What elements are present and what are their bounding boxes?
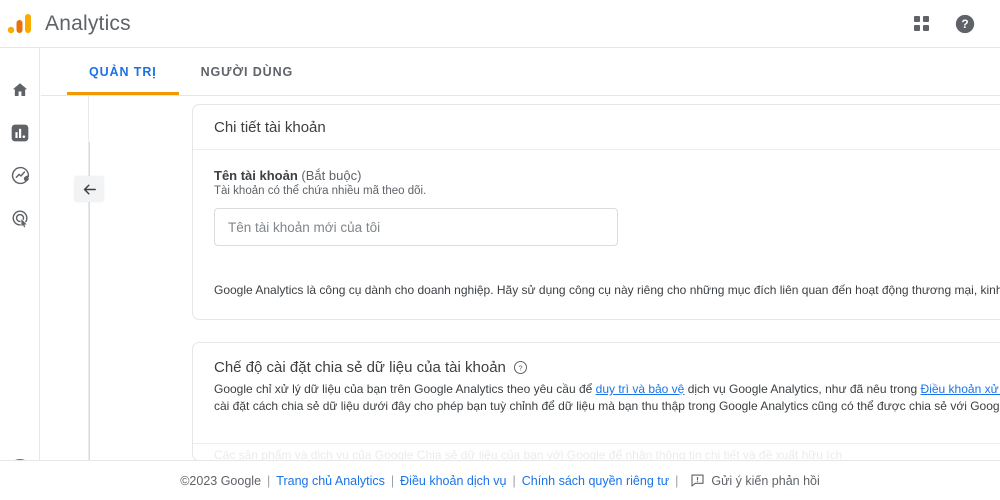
- top-bar: Analytics ?: [0, 0, 1000, 48]
- footer-link-analytics-home[interactable]: Trang chủ Analytics: [276, 474, 385, 488]
- data-sharing-title-row: Chế độ cài đặt chia sẻ dữ liệu của tài k…: [214, 359, 1000, 376]
- account-details-card-header: Chi tiết tài khoản: [193, 105, 1000, 150]
- data-sharing-para-1: Google chỉ xử lý dữ liệu của bạn trên Go…: [214, 382, 596, 396]
- data-sharing-para-2: dịch vụ Google Analytics, như đã nêu tro…: [684, 382, 921, 396]
- help-circle-glyph: ?: [955, 14, 975, 33]
- explore-icon: [11, 166, 29, 185]
- account-name-required-text: (Bắt buộc): [301, 168, 362, 183]
- account-name-label-text: Tên tài khoản: [214, 168, 298, 183]
- app-title: Analytics: [45, 11, 131, 35]
- tab-bar: QUẢN TRỊ NGƯỜI DÙNG: [41, 48, 1000, 96]
- link-dieu-khoan-xu-ly-du-lieu[interactable]: Điều khoản xử lý dữ liệu của Google Ads: [921, 382, 1000, 396]
- svg-text:?: ?: [518, 363, 522, 372]
- apps-grid-glyph: [913, 16, 929, 31]
- analytics-logo-icon: [7, 13, 31, 33]
- arrow-left-icon: [83, 184, 96, 194]
- advertising-icon: [12, 210, 28, 228]
- work-area: Chi tiết tài khoản Tên tài khoản (Bắt bu…: [41, 96, 1000, 500]
- svg-text:?: ?: [961, 17, 968, 31]
- footer-link-terms-of-service[interactable]: Điều khoản dịch vụ: [400, 474, 506, 488]
- link-duy-tri-va-bao-ve[interactable]: duy trì và bảo vệ: [596, 382, 685, 396]
- rail-primary-items: [0, 48, 39, 240]
- data-sharing-card: Chế độ cài đặt chia sẻ dữ liệu của tài k…: [192, 342, 1000, 461]
- footer: ©2023 Google | Trang chủ Analytics | Điề…: [0, 460, 1000, 500]
- tab-quan-tri[interactable]: QUẢN TRỊ: [67, 48, 179, 95]
- data-sharing-cut-off-row: Các sản phẩm và dịch vụ của Google Chia …: [214, 448, 843, 460]
- feedback-icon: [691, 474, 704, 487]
- reports-icon: [11, 124, 29, 141]
- account-name-label: Tên tài khoản (Bắt buộc): [214, 168, 1000, 183]
- left-nav-rail: [0, 48, 40, 500]
- footer-link-privacy-policy[interactable]: Chính sách quyền riêng tư: [522, 474, 669, 488]
- sidebar-item-reports[interactable]: [0, 111, 40, 154]
- footer-separator-4: |: [675, 473, 679, 488]
- secondary-nav-pane: [41, 96, 89, 500]
- account-name-input[interactable]: [214, 208, 618, 246]
- account-name-hint: Tài khoản có thể chứa nhiều mã theo dõi.: [214, 185, 427, 197]
- content-scroll-area[interactable]: Chi tiết tài khoản Tên tài khoản (Bắt bu…: [151, 96, 1000, 500]
- footer-feedback-label: Gửi ý kiến phản hồi: [711, 473, 820, 488]
- analytics-logo[interactable]: [0, 0, 40, 48]
- footer-copyright: ©2023 Google: [180, 473, 262, 488]
- sidebar-item-advertising[interactable]: [0, 197, 40, 240]
- data-sharing-description: Google chỉ xử lý dữ liệu của bạn trên Go…: [214, 381, 1000, 415]
- collapse-nav-button[interactable]: [74, 176, 104, 202]
- help-circle-outline-icon[interactable]: ?: [513, 360, 528, 375]
- sidebar-item-home[interactable]: [0, 68, 40, 111]
- data-sharing-card-body: Chế độ cài đặt chia sẻ dữ liệu của tài k…: [193, 343, 1000, 431]
- apps-grid-icon[interactable]: [908, 11, 934, 37]
- sidebar-item-explore[interactable]: [0, 154, 40, 197]
- help-circle-icon[interactable]: ?: [952, 11, 978, 37]
- tab-nguoi-dung[interactable]: NGƯỜI DÙNG: [179, 48, 316, 95]
- account-details-card-body: Tên tài khoản (Bắt buộc) Tài khoản có th…: [193, 150, 1000, 319]
- footer-separator-2: |: [390, 473, 395, 488]
- home-icon: [12, 82, 28, 96]
- data-sharing-title: Chế độ cài đặt chia sẻ dữ liệu của tài k…: [214, 359, 506, 376]
- account-details-title: Chi tiết tài khoản: [214, 119, 326, 136]
- footer-separator-3: |: [512, 473, 516, 488]
- topbar-actions: ?: [908, 11, 1000, 37]
- footer-separator-1: |: [267, 473, 271, 488]
- account-notice-text: Google Analytics là công cụ dành cho doa…: [214, 283, 1000, 297]
- account-details-card: Chi tiết tài khoản Tên tài khoản (Bắt bu…: [192, 104, 1000, 320]
- footer-feedback-button[interactable]: Gửi ý kiến phản hồi: [690, 473, 820, 488]
